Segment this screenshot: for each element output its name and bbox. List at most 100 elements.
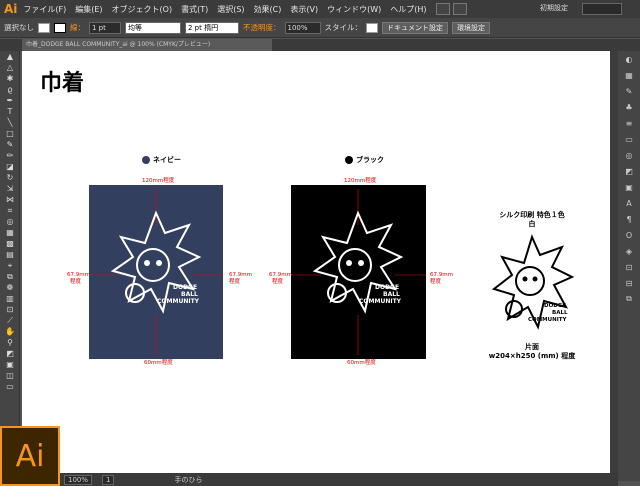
zoom-icon[interactable]: ⚲ (0, 337, 20, 348)
zoom-field[interactable]: 100% (64, 474, 93, 485)
menu-edit[interactable]: 編集(E) (75, 4, 102, 15)
bag-artwork: DODGE BALL COMMUNITY (291, 189, 426, 355)
gradient-panel-icon[interactable]: ▭ (618, 131, 640, 147)
svg-text:DODGE: DODGE (173, 284, 197, 291)
menu-select[interactable]: 選択(S) (217, 4, 244, 15)
blend-icon[interactable]: ⧉ (0, 271, 20, 282)
tools-panel: ▲ △ ✱ ϱ ✒ T ╲ □ ✎ ✏ ◪ ↻ ⇲ ⋈ ⌗ ◎ ▦ ▩ ▤ ⌖ … (0, 51, 20, 426)
graphic-styles-panel-icon[interactable]: ▣ (618, 179, 640, 195)
width-icon[interactable]: ⋈ (0, 194, 20, 205)
stroke-panel-icon[interactable]: ≡ (618, 115, 640, 131)
bag-navy[interactable]: DODGE BALL COMMUNITY (89, 185, 223, 359)
artboards-panel-icon[interactable]: ⊡ (618, 259, 640, 275)
color-dot-icon (142, 156, 150, 164)
menu-bar: Ai ファイル(F) 編集(E) オブジェクト(O) 書式(T) 選択(S) 効… (0, 0, 640, 18)
slice-icon[interactable]: ⟋ (0, 315, 20, 326)
menu-help[interactable]: ヘルプ(H) (390, 4, 426, 15)
swatches-panel-icon[interactable]: ▦ (618, 67, 640, 83)
search-input[interactable] (582, 3, 622, 15)
menu-window[interactable]: ウィンドウ(W) (327, 4, 381, 15)
paintbrush-icon[interactable]: ✎ (0, 139, 20, 150)
dimension-bottom: 60mm程度 (144, 360, 173, 366)
stroke-label[interactable]: 線： (70, 22, 85, 33)
brushes-panel-icon[interactable]: ✎ (618, 83, 640, 99)
appearance-panel-icon[interactable]: ◩ (618, 163, 640, 179)
color-label-navy: ネイビー (142, 155, 181, 165)
dimension-top: 120mm程度 (344, 178, 377, 184)
align-panel-icon[interactable]: ⊟ (618, 275, 640, 291)
pencil-icon[interactable]: ✏ (0, 150, 20, 161)
perspective-icon[interactable]: ▦ (0, 227, 20, 238)
hand-icon[interactable]: ✋ (0, 326, 20, 337)
symbol-sprayer-icon[interactable]: ❁ (0, 282, 20, 293)
screen-mode-icon[interactable]: ▭ (0, 381, 20, 392)
opacity-field[interactable]: 100% (284, 21, 321, 34)
brush-select[interactable]: 2 pt 楕円 (185, 21, 239, 34)
menu-object[interactable]: オブジェクト(O) (112, 4, 173, 15)
opentype-panel-icon[interactable]: O (618, 227, 640, 243)
document-tab[interactable]: 巾着_DODGE BALL COMMUNITY_ai @ 100% (CMYK/… (22, 39, 272, 51)
color-dot-icon (345, 156, 353, 164)
transparency-panel-icon[interactable]: ◎ (618, 147, 640, 163)
artboard-icon[interactable]: ⊡ (0, 304, 20, 315)
menu-type[interactable]: 書式(T) (181, 4, 208, 15)
artboard-page-field[interactable]: 1 (102, 474, 115, 485)
shape-builder-icon[interactable]: ◎ (0, 216, 20, 227)
lasso-icon[interactable]: ϱ (0, 84, 20, 95)
scale-icon[interactable]: ⇲ (0, 183, 20, 194)
page-title: 巾着 (40, 70, 85, 96)
direct-selection-icon[interactable]: △ (0, 62, 20, 73)
dimension-left: 67.9mm (67, 272, 90, 278)
style-label: スタイル： (324, 23, 363, 32)
svg-text:COMMUNITY: COMMUNITY (528, 317, 568, 323)
type-icon[interactable]: T (0, 106, 20, 117)
app-logo: Ai (4, 2, 18, 16)
workspace-switcher[interactable]: 初期設定 (540, 3, 568, 13)
stroke-profile-select[interactable]: 均等 (125, 21, 181, 34)
rectangle-icon[interactable]: □ (0, 128, 20, 139)
document-setup-button[interactable]: ドキュメント設定 (382, 21, 448, 34)
menu-view[interactable]: 表示(V) (290, 4, 318, 15)
artboard-canvas[interactable]: 巾着 ネイビー DODGE BALL COMMUNITY 120mm程度 60m… (22, 51, 610, 473)
arrange-documents-icon[interactable] (452, 3, 467, 15)
preferences-button[interactable]: 環境設定 (452, 21, 490, 34)
line-icon[interactable]: ╲ (0, 117, 20, 128)
magic-wand-icon[interactable]: ✱ (0, 73, 20, 84)
graph-icon[interactable]: ▥ (0, 293, 20, 304)
current-tool-status: 手のひら (174, 475, 203, 484)
paragraph-panel-icon[interactable]: ¶ (618, 211, 640, 227)
selection-icon[interactable]: ▲ (0, 51, 20, 62)
pen-icon[interactable]: ✒ (0, 95, 20, 106)
fill-stroke-icon[interactable]: ◩ (0, 348, 20, 359)
panel-dock: ◐ ▦ ✎ ♣ ≡ ▭ ◎ ◩ ▣ A ¶ O ◈ ⊡ ⊟ ⧉ (618, 51, 640, 481)
color-panel-icon[interactable]: ◐ (618, 51, 640, 67)
eraser-icon[interactable]: ◪ (0, 161, 20, 172)
dimension-right-note: 程度 (229, 279, 241, 285)
symbols-panel-icon[interactable]: ♣ (618, 99, 640, 115)
draw-mode-icon[interactable]: ◫ (0, 370, 20, 381)
pathfinder-panel-icon[interactable]: ⧉ (618, 291, 640, 307)
rotate-icon[interactable]: ↻ (0, 172, 20, 183)
free-transform-icon[interactable]: ⌗ (0, 205, 20, 216)
dimension-right: 67.9mm (229, 272, 252, 278)
dimension-top: 120mm程度 (142, 178, 175, 184)
fill-swatch[interactable] (38, 22, 50, 33)
layers-panel-icon[interactable]: ◈ (618, 243, 640, 259)
mesh-icon[interactable]: ▩ (0, 238, 20, 249)
stroke-swatch[interactable] (54, 22, 66, 33)
gradient-icon[interactable]: ▤ (0, 249, 20, 260)
graphic-style-swatch[interactable] (366, 22, 378, 33)
bag-black[interactable]: DODGE BALL COMMUNITY (291, 185, 426, 359)
vertical-scrollbar[interactable] (610, 51, 618, 473)
svg-text:BALL: BALL (181, 291, 198, 298)
eyedropper-icon[interactable]: ⌖ (0, 260, 20, 271)
dimension-left-note: 程度 (70, 279, 82, 285)
character-panel-icon[interactable]: A (618, 195, 640, 211)
opacity-label[interactable]: 不透明度： (243, 22, 281, 33)
bridge-icon[interactable] (435, 3, 450, 15)
menu-file[interactable]: ファイル(F) (23, 4, 66, 15)
menu-effect[interactable]: 効果(C) (254, 4, 282, 15)
svg-text:COMMUNITY: COMMUNITY (359, 298, 402, 305)
color-mode-icon[interactable]: ▣ (0, 359, 20, 370)
stroke-weight-field[interactable]: 1 pt (89, 21, 121, 34)
